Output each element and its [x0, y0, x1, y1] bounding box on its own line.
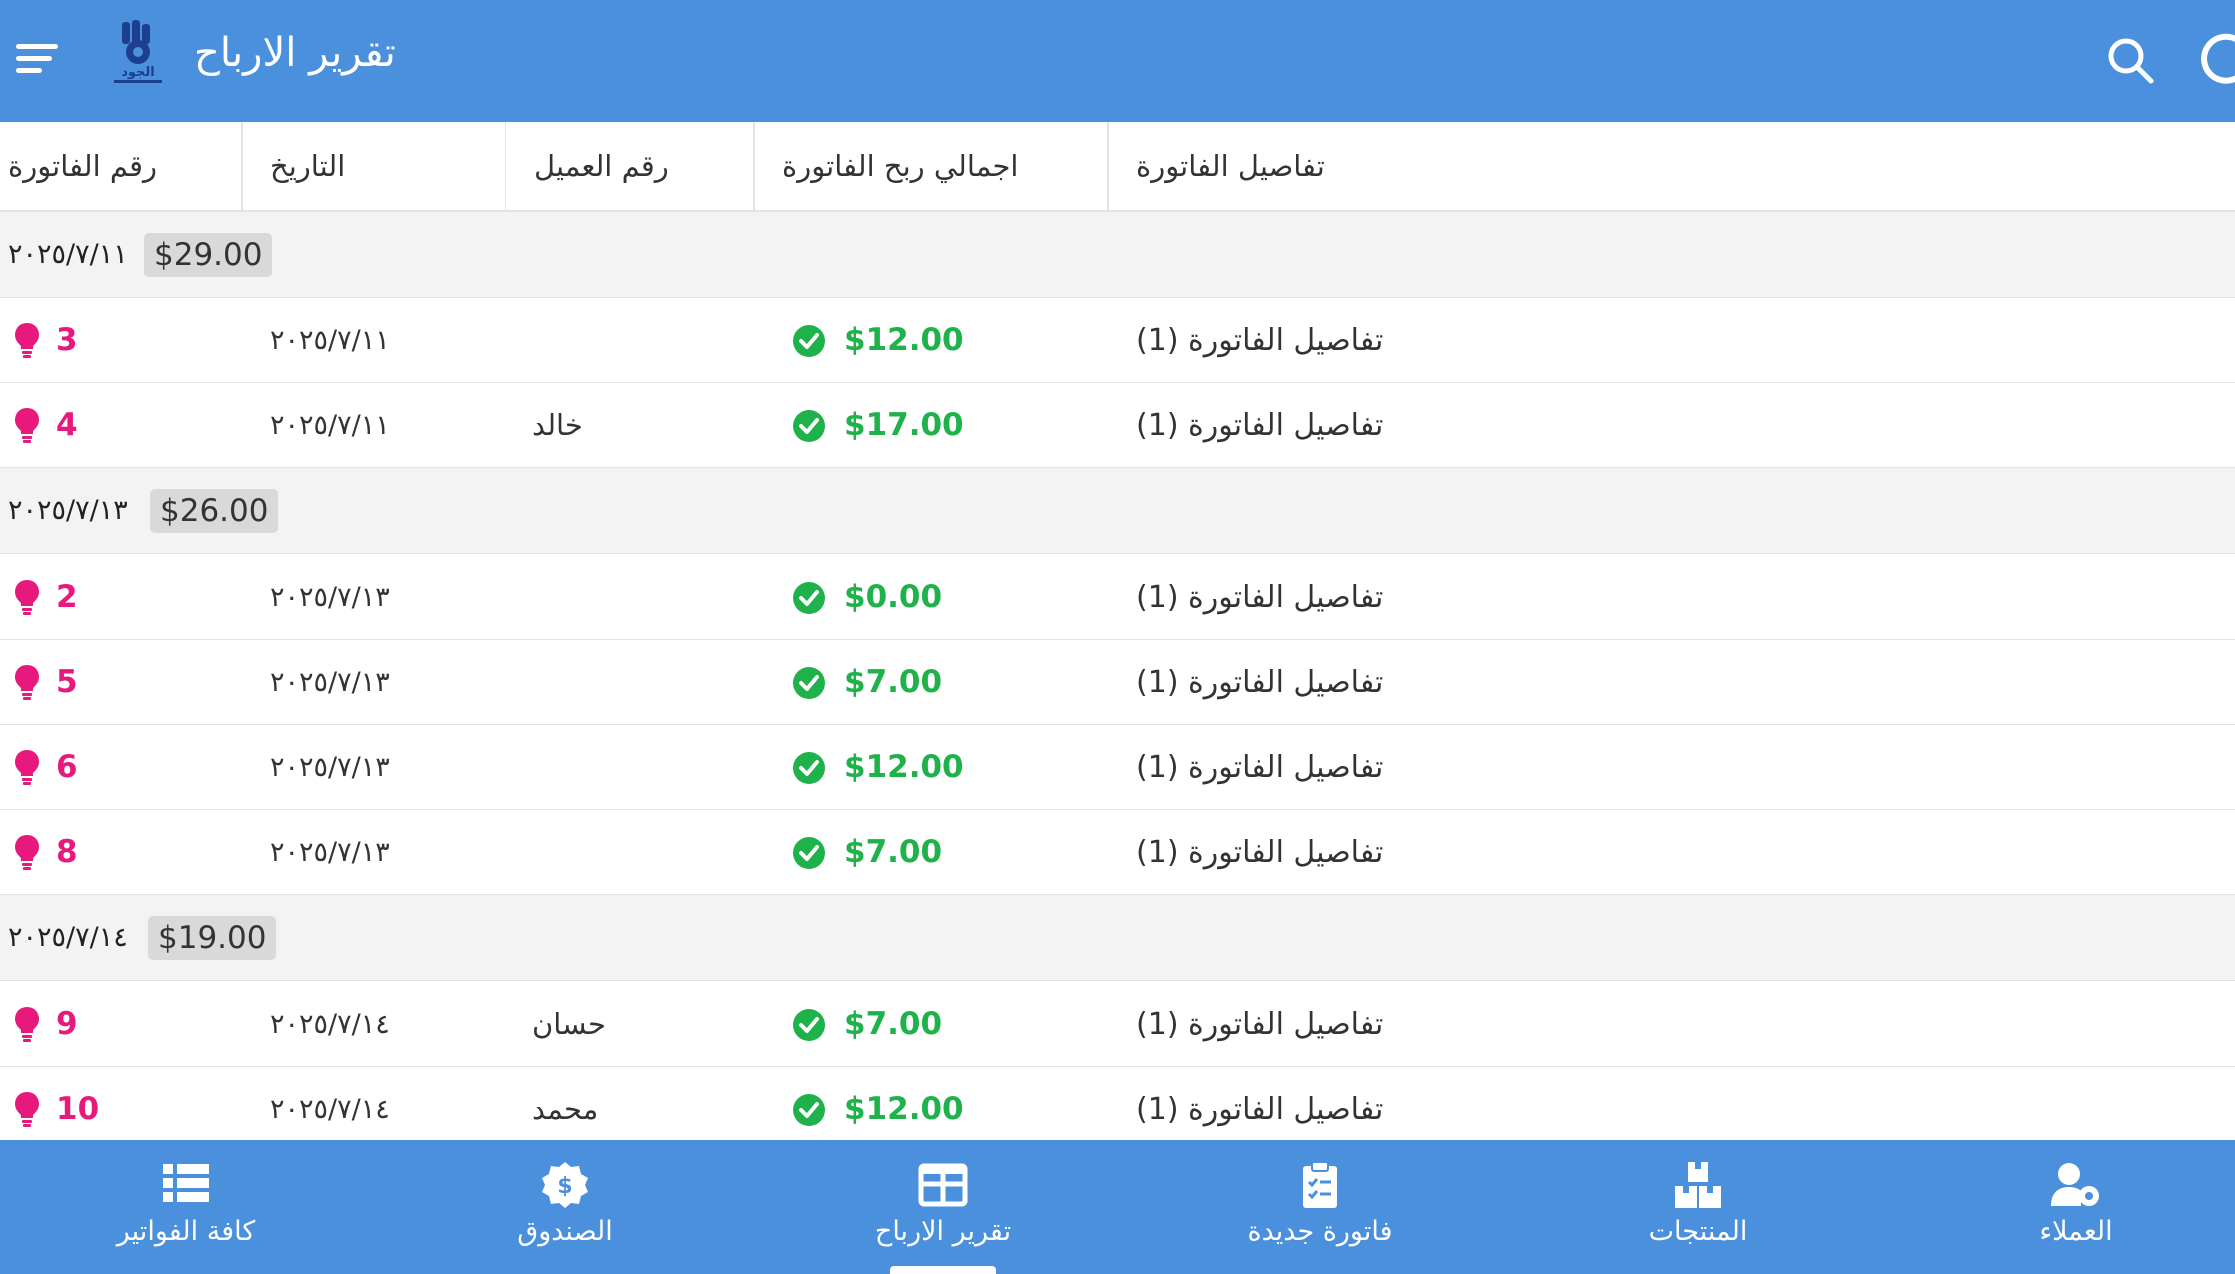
profit-amount: $12.00 [844, 749, 964, 785]
logo-text: الجود [121, 65, 155, 80]
invoice-details-link[interactable]: تفاصيل الفاتورة (1) [1136, 982, 1383, 1067]
lightbulb-icon [15, 1007, 39, 1042]
invoice-date: ٢٠٢٥/٧/١٤ [270, 1009, 390, 1040]
lightbulb-icon [15, 750, 39, 785]
check-circle-icon [793, 752, 825, 784]
invoice-date: ٢٠٢٥/٧/١١ [270, 410, 390, 441]
col-invoice-number[interactable]: رقم الفاتورة [0, 122, 242, 210]
invoice-details-link[interactable]: تفاصيل الفاتورة (1) [1136, 640, 1383, 725]
col-date[interactable]: التاريخ [262, 122, 506, 210]
app-logo: الجود [114, 20, 162, 83]
nav-products[interactable]: المنتجات [1548, 1140, 1848, 1274]
group-total-badge: $19.00 [148, 916, 277, 960]
bottom-navigation: كافة الفواتير $ الصندوق تقرير الارباح فا… [0, 1140, 2235, 1274]
search-icon[interactable] [2106, 36, 2156, 86]
profit-amount: $7.00 [844, 834, 943, 870]
check-circle-icon [793, 582, 825, 614]
active-tab-indicator [890, 1266, 996, 1274]
nav-label: تقرير الارباح [874, 1216, 1012, 1247]
nav-all-invoices[interactable]: كافة الفواتير [36, 1140, 336, 1274]
app-bar: الجود تقرير الارباح [0, 0, 2235, 122]
table-row[interactable]: 5 ٢٠٢٥/٧/١٣ $7.00 تفاصيل الفاتورة (1) [0, 640, 2235, 725]
invoice-number: 2 [56, 579, 78, 615]
col-total-profit[interactable]: اجمالي ربح الفاتورة [774, 122, 1108, 210]
menu-icon[interactable] [16, 40, 60, 80]
invoice-date: ٢٠٢٥/٧/١٣ [270, 667, 390, 698]
nav-label: الصندوق [517, 1216, 613, 1247]
table-row[interactable]: 6 ٢٠٢٥/٧/١٣ $12.00 تفاصيل الفاتورة (1) [0, 725, 2235, 810]
nav-label: العملاء [2039, 1216, 2113, 1247]
invoice-details-link[interactable]: تفاصيل الفاتورة (1) [1136, 810, 1383, 895]
lightbulb-icon [15, 665, 39, 700]
check-circle-icon [793, 837, 825, 869]
invoice-number: 3 [56, 322, 78, 358]
invoice-number: 9 [56, 1006, 78, 1042]
lightbulb-icon [15, 1092, 39, 1127]
nav-new-invoice[interactable]: فاتورة جديدة [1170, 1140, 1470, 1274]
profit-amount: $7.00 [844, 1006, 943, 1042]
invoice-date: ٢٠٢٥/٧/١٣ [270, 837, 390, 868]
customer-name: حسان [532, 1007, 606, 1041]
boxes-icon [1675, 1162, 1721, 1208]
table-row[interactable]: 9 ٢٠٢٥/٧/١٤ حسان $7.00 تفاصيل الفاتورة (… [0, 982, 2235, 1067]
group-date: ٢٠٢٥/٧/١٤ [8, 922, 128, 953]
dollar-badge-icon: $ [542, 1162, 588, 1208]
table-row[interactable]: 4 ٢٠٢٥/٧/١١ خالد $17.00 تفاصيل الفاتورة … [0, 383, 2235, 468]
nav-cashbox[interactable]: $ الصندوق [415, 1140, 715, 1274]
check-circle-icon [793, 325, 825, 357]
invoice-details-link[interactable]: تفاصيل الفاتورة (1) [1136, 555, 1383, 640]
user-settings-icon [2051, 1163, 2099, 1206]
invoice-details-link[interactable]: تفاصيل الفاتورة (1) [1136, 298, 1383, 383]
nav-customers[interactable]: العملاء [1926, 1140, 2226, 1274]
invoice-number: 5 [56, 664, 78, 700]
invoice-details-link[interactable]: تفاصيل الفاتورة (1) [1136, 383, 1383, 468]
lightbulb-icon [15, 835, 39, 870]
invoice-number: 8 [56, 834, 78, 870]
lightbulb-icon [15, 408, 39, 443]
nav-label: المنتجات [1648, 1216, 1748, 1247]
group-total-badge: $29.00 [144, 233, 273, 277]
date-group-header[interactable]: ٢٠٢٥/٧/١٣ $26.00 [0, 468, 2235, 554]
profit-amount: $7.00 [844, 664, 943, 700]
lightbulb-icon [15, 323, 39, 358]
table-row[interactable]: 8 ٢٠٢٥/٧/١٣ $7.00 تفاصيل الفاتورة (1) [0, 810, 2235, 895]
list-icon [163, 1164, 209, 1202]
table-header: رقم الفاتورة التاريخ رقم العميل اجمالي ر… [0, 122, 2235, 212]
invoice-details-link[interactable]: تفاصيل الفاتورة (1) [1136, 725, 1383, 810]
invoice-date: ٢٠٢٥/٧/١٣ [270, 752, 390, 783]
customer-name: خالد [532, 408, 583, 442]
profit-amount: $17.00 [844, 407, 964, 443]
clipboard-check-icon [1303, 1161, 1337, 1208]
invoice-number: 4 [56, 407, 78, 443]
col-customer-number[interactable]: رقم العميل [526, 122, 754, 210]
svg-text:$: $ [557, 1174, 572, 1199]
date-group-header[interactable]: ٢٠٢٥/٧/١٤ $19.00 [0, 895, 2235, 981]
check-circle-icon [793, 410, 825, 442]
profit-amount: $0.00 [844, 579, 943, 615]
group-date: ٢٠٢٥/٧/١١ [8, 239, 128, 270]
profit-amount: $12.00 [844, 322, 964, 358]
date-group-header[interactable]: ٢٠٢٥/٧/١١ $29.00 [0, 212, 2235, 298]
refresh-icon[interactable] [2196, 30, 2235, 90]
table-grid-icon [918, 1163, 968, 1207]
col-details[interactable]: تفاصيل الفاتورة [1128, 122, 1528, 210]
table-row[interactable]: 2 ٢٠٢٥/٧/١٣ $0.00 تفاصيل الفاتورة (1) [0, 555, 2235, 640]
invoice-date: ٢٠٢٥/٧/١١ [270, 325, 390, 356]
nav-label: كافة الفواتير [116, 1216, 256, 1247]
nav-label: فاتورة جديدة [1247, 1216, 1393, 1247]
group-total-badge: $26.00 [150, 489, 279, 533]
check-circle-icon [793, 1094, 825, 1126]
check-circle-icon [793, 667, 825, 699]
invoice-number: 6 [56, 749, 78, 785]
nav-profit-report[interactable]: تقرير الارباح [793, 1140, 1093, 1274]
page-title: تقرير الارباح [194, 30, 396, 76]
group-date: ٢٠٢٥/٧/١٣ [8, 495, 128, 526]
lightbulb-icon [15, 580, 39, 615]
table-row[interactable]: 3 ٢٠٢٥/٧/١١ $12.00 تفاصيل الفاتورة (1) [0, 298, 2235, 383]
check-circle-icon [793, 1009, 825, 1041]
invoice-date: ٢٠٢٥/٧/١٣ [270, 582, 390, 613]
